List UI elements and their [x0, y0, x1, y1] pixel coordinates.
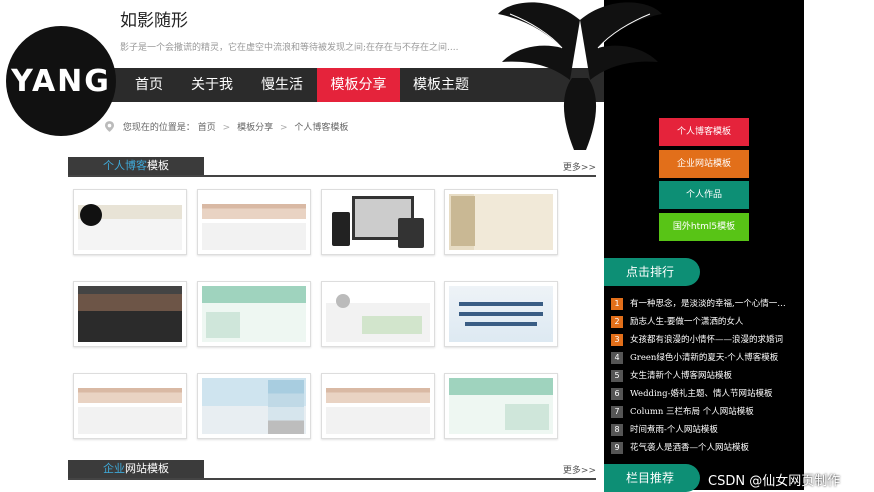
nav-template-share[interactable]: 模板分享 [317, 68, 400, 102]
recommend-title: 栏目推荐 [604, 464, 700, 492]
ranking-item[interactable]: 8 时间煮雨-个人网站模板 [611, 423, 801, 437]
template-thumb[interactable] [73, 281, 187, 347]
section-header-blog: 个人博客模板 更多>> [68, 157, 596, 177]
breadcrumb-home[interactable]: 首页 [198, 123, 216, 133]
breadcrumb-prefix: 您现在的位置是： [122, 123, 195, 133]
breadcrumb-current: 个人博客模板 [294, 123, 349, 133]
ranking-text: 女生清新个人博客网站模板 [630, 371, 733, 381]
ranking-number: 5 [611, 370, 623, 382]
ranking-text: 女孩都有浪漫的小情怀——浪漫的求婚词 [630, 335, 784, 345]
ranking-text: 励志人生-要做一个潇洒的女人 [630, 317, 744, 327]
ranking-item[interactable]: 5 女生清新个人博客网站模板 [611, 369, 801, 383]
section-title: 企业网站模板 [68, 460, 204, 478]
template-thumb[interactable] [444, 373, 558, 439]
ranking-number: 4 [611, 352, 623, 364]
ranking-text: 花气袭人是酒香—个人网站模板 [630, 443, 750, 453]
site-logo[interactable]: YANG [6, 26, 116, 136]
side-btn-blog-template[interactable]: 个人博客模板 [659, 118, 749, 146]
template-thumb[interactable] [197, 281, 311, 347]
breadcrumb-separator: > [279, 123, 288, 133]
ranking-title: 点击排行 [604, 258, 700, 286]
ranking-number: 1 [611, 298, 623, 310]
template-thumb[interactable] [73, 189, 187, 255]
ranking-number: 7 [611, 406, 623, 418]
section-title: 个人博客模板 [68, 157, 204, 175]
more-link[interactable]: 更多>> [563, 160, 596, 173]
breadcrumb-template-share[interactable]: 模板分享 [237, 123, 273, 133]
nav-about[interactable]: 关于我 [180, 68, 244, 102]
nav-slow-life[interactable]: 慢生活 [250, 68, 314, 102]
side-btn-html5-template[interactable]: 国外html5模板 [659, 213, 749, 241]
ranking-number: 3 [611, 334, 623, 346]
ranking-item[interactable]: 9 花气袭人是酒香—个人网站模板 [611, 441, 801, 455]
ranking-item[interactable]: 4 Green绿色小清新的夏天-个人博客模板 [611, 351, 801, 365]
site-title: 如影随形 [120, 11, 188, 31]
watermark: CSDN @仙女网页制作 [708, 474, 841, 489]
template-thumb[interactable] [444, 281, 558, 347]
ranking-item[interactable]: 3 女孩都有浪漫的小情怀——浪漫的求婚词 [611, 333, 801, 347]
template-thumb[interactable] [197, 189, 311, 255]
ranking-text: 时间煮雨-个人网站模板 [630, 425, 718, 435]
template-thumb[interactable] [321, 189, 435, 255]
template-thumb[interactable] [321, 373, 435, 439]
nav-home[interactable]: 首页 [120, 68, 178, 102]
location-pin-icon [105, 121, 114, 132]
ranking-number: 2 [611, 316, 623, 328]
ranking-text: 有一种思念，是淡淡的幸福,一个心情一… [630, 299, 786, 309]
side-btn-personal-works[interactable]: 个人作品 [659, 181, 749, 209]
butterfly-decoration [498, 2, 662, 150]
nav-template-theme[interactable]: 模板主题 [403, 68, 479, 102]
ranking-text: Wedding-婚礼主题、情人节网站模板 [630, 389, 773, 399]
ranking-text: Green绿色小清新的夏天-个人博客模板 [630, 353, 779, 363]
template-thumb[interactable] [321, 281, 435, 347]
side-btn-enterprise-template[interactable]: 企业网站模板 [659, 150, 749, 178]
site-motto: 影子是一个会撒谎的精灵，它在虚空中流浪和等待被发现之间;在存在与不存在之间...… [120, 43, 459, 53]
section-header-enterprise: 企业网站模板 更多>> [68, 460, 596, 480]
ranking-number: 6 [611, 388, 623, 400]
ranking-item[interactable]: 1 有一种思念，是淡淡的幸福,一个心情一… [611, 297, 801, 311]
ranking-item[interactable]: 6 Wedding-婚礼主题、情人节网站模板 [611, 387, 801, 401]
more-link[interactable]: 更多>> [563, 463, 596, 476]
ranking-text: Column 三栏布局 个人网站模板 [630, 407, 754, 417]
ranking-item[interactable]: 2 励志人生-要做一个潇洒的女人 [611, 315, 801, 329]
ranking-number: 9 [611, 442, 623, 454]
template-thumb[interactable] [73, 373, 187, 439]
template-thumb[interactable] [444, 189, 558, 255]
breadcrumb-separator: > [222, 123, 231, 133]
breadcrumb: 您现在的位置是： 首页 > 模板分享 > 个人博客模板 [105, 120, 348, 133]
template-thumb[interactable] [197, 373, 311, 439]
right-gutter [804, 0, 874, 490]
ranking-number: 8 [611, 424, 623, 436]
ranking-item[interactable]: 7 Column 三栏布局 个人网站模板 [611, 405, 801, 419]
